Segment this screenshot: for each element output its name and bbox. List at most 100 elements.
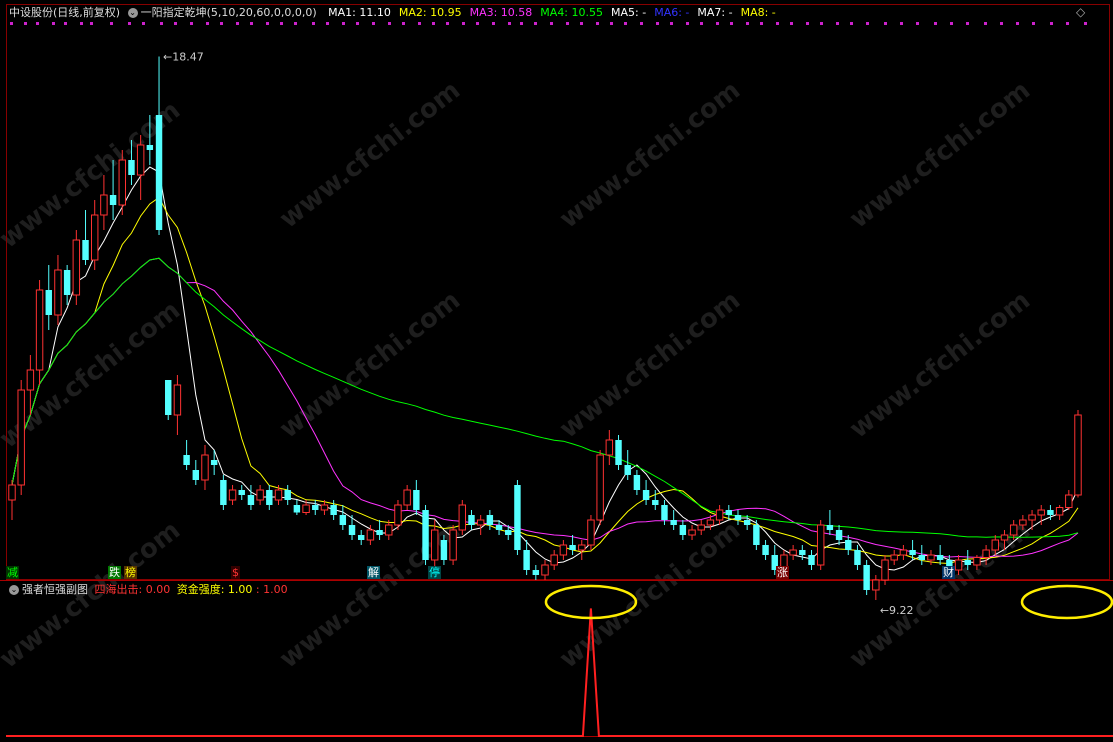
ma-label: MA4: 10.55 [540,6,604,19]
candle [835,525,843,545]
dot-marker [372,22,375,25]
dot-marker [342,22,345,25]
candle [312,500,319,515]
candle [596,450,604,525]
dot-marker [640,22,643,25]
dot-marker [160,22,163,25]
candle [284,485,291,505]
indicator-name[interactable]: 一阳指定乾坤 [141,6,207,19]
candle [954,555,963,575]
candle [890,550,898,565]
dot-marker [36,22,39,25]
dot-marker [716,22,719,25]
dot-marker [266,22,269,25]
dot-marker [934,22,937,25]
dot-marker [550,22,553,25]
candlestick-chart[interactable]: ←18.47 ←9.22 [0,0,1113,742]
ma-legend: MA1: 11.10 MA2: 10.95 MA3: 10.58 MA4: 10.55… [320,6,776,19]
candle [826,510,834,535]
dot-marker [624,22,627,25]
candle [247,485,255,510]
indicator-params: (5,10,20,60,0,0,0,0) [206,6,317,19]
candle [734,510,742,525]
candle [118,150,126,215]
candle [136,135,145,200]
candle [624,450,631,480]
candle [155,56,163,235]
collapse-icon[interactable]: ⌄ [127,8,138,18]
candle [679,520,687,540]
main-pane-border [6,4,1110,580]
candle [72,230,81,305]
sub-header: ⌄ 强者恒强副图 四海出击: 0.00 资金强度: 1.00 : 1.00 [9,583,288,597]
dot-marker [916,22,919,25]
dot-marker [80,22,83,25]
candle [82,210,89,265]
candle [63,265,71,305]
dot-marker [610,22,613,25]
dot-marker [820,22,823,25]
candle [17,380,25,495]
sub-indicator [6,584,1113,737]
dot-marker [566,22,569,25]
candle [881,555,889,585]
candle [762,540,769,560]
dot-marker [730,22,733,25]
sub-label-value: : 1.00 [255,583,288,596]
dot-marker [326,22,329,25]
dot-marker [746,22,749,25]
candle [982,545,990,565]
top-dot-row [10,22,1087,25]
dot-marker [760,22,763,25]
candle [413,480,420,515]
signal-marker[interactable]: $ [231,566,240,579]
dot-marker [520,22,523,25]
ma3-line [11,257,1079,558]
ma2-line [11,196,1079,565]
candle [422,505,429,565]
candle [633,470,641,495]
candle [8,480,16,520]
signal-marker[interactable]: 减 [6,566,19,579]
candle [652,490,659,510]
dot-marker [950,22,953,25]
candle [688,525,696,540]
ma-label: MA6: - [654,6,690,19]
candle [991,535,1000,555]
signal-marker[interactable]: 涨 [776,566,789,579]
candle [1028,510,1036,530]
signal-marker[interactable]: 榜 [124,566,137,579]
signal-marker[interactable]: 跌 [108,566,121,579]
candle [697,520,705,535]
candle [339,505,347,530]
candle [394,500,402,530]
dot-marker [432,22,435,25]
sub-title[interactable]: 强者恒强副图 [22,583,88,596]
dot-marker [446,22,449,25]
candle [872,575,880,600]
candle [403,485,411,510]
ma-label: MA8: - [740,6,776,19]
dot-marker [476,22,479,25]
dot-marker [670,22,673,25]
candle [863,560,870,595]
candle [458,500,467,535]
dot-marker [294,22,297,25]
signal-marker[interactable]: 停 [428,566,441,579]
dot-marker [1066,22,1069,25]
candle [192,460,200,485]
signal-marker[interactable]: 解 [367,566,380,579]
candle [670,510,677,530]
candle [100,175,108,230]
period-label[interactable]: (日线,前复权) [53,6,120,19]
settings-diamond-icon[interactable]: ◇ [1076,5,1085,19]
signal-marker[interactable]: 财 [942,566,955,579]
candle [1065,490,1073,510]
high-price-label: ←18.47 [163,51,204,64]
candle [854,545,861,570]
candle [559,540,568,560]
candle [605,430,614,465]
candle [440,535,448,565]
stock-name[interactable]: 中设股份 [9,6,53,19]
collapse-icon[interactable]: ⌄ [9,585,19,595]
